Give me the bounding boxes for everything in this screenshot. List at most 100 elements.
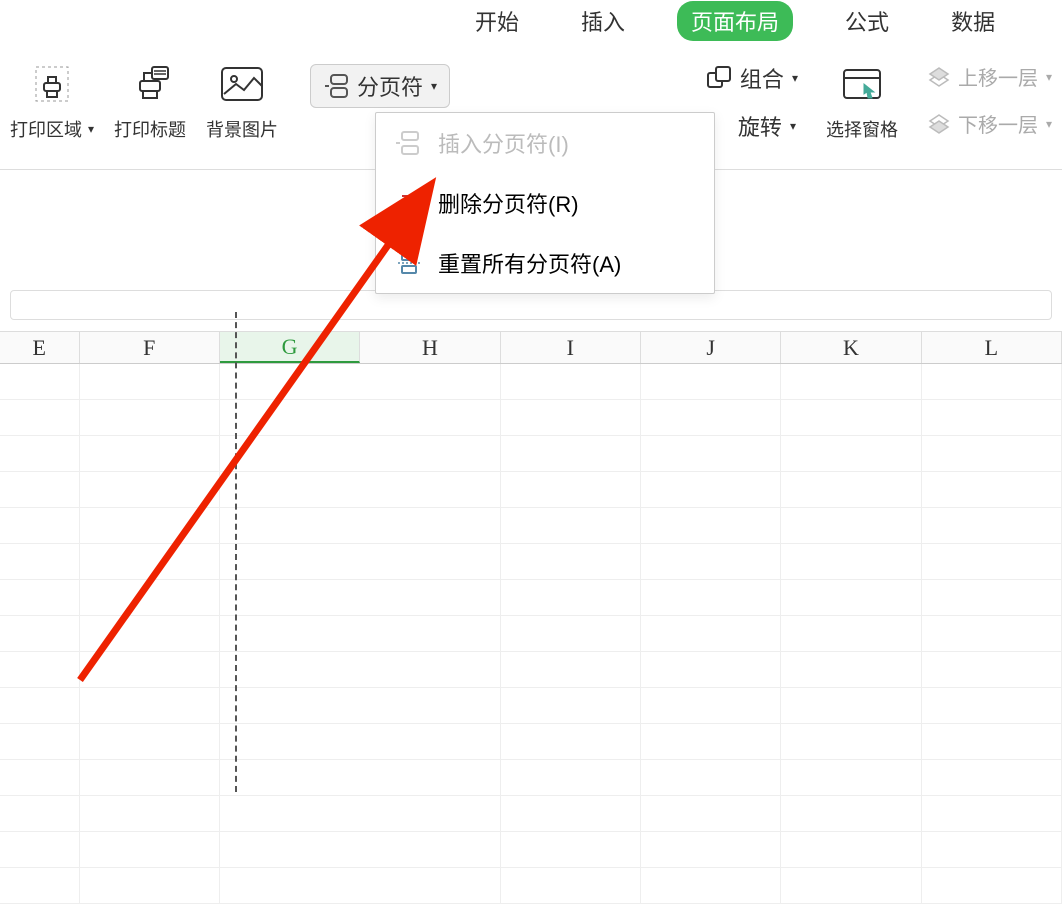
- grid-cell[interactable]: [501, 724, 641, 760]
- grid-cell[interactable]: [220, 868, 360, 904]
- grid-cell[interactable]: [781, 688, 921, 724]
- grid-cell[interactable]: [220, 544, 360, 580]
- grid-cell[interactable]: [781, 364, 921, 400]
- grid-cell[interactable]: [922, 508, 1062, 544]
- grid-cell[interactable]: [781, 436, 921, 472]
- grid-cell[interactable]: [781, 832, 921, 868]
- grid-cell[interactable]: [0, 688, 80, 724]
- grid-cell[interactable]: [0, 724, 80, 760]
- grid-cell[interactable]: [501, 544, 641, 580]
- grid-cell[interactable]: [360, 652, 500, 688]
- grid-cell[interactable]: [80, 796, 220, 832]
- grid-cell[interactable]: [80, 580, 220, 616]
- grid-cell[interactable]: [922, 472, 1062, 508]
- grid-cell[interactable]: [781, 544, 921, 580]
- group-button[interactable]: 组合 ▾: [706, 62, 798, 94]
- grid-cell[interactable]: [922, 760, 1062, 796]
- grid-cell[interactable]: [0, 508, 80, 544]
- menu-reset-breaks[interactable]: 重置所有分页符(A): [376, 233, 714, 293]
- grid-cell[interactable]: [0, 544, 80, 580]
- grid-cell[interactable]: [922, 796, 1062, 832]
- grid-cell[interactable]: [360, 580, 500, 616]
- grid-cell[interactable]: [501, 508, 641, 544]
- grid-cell[interactable]: [501, 616, 641, 652]
- grid-cell[interactable]: [0, 652, 80, 688]
- grid-cell[interactable]: [641, 688, 781, 724]
- spreadsheet-grid[interactable]: [0, 364, 1062, 924]
- grid-cell[interactable]: [501, 364, 641, 400]
- grid-cell[interactable]: [220, 508, 360, 544]
- grid-cell[interactable]: [0, 868, 80, 904]
- grid-cell[interactable]: [0, 580, 80, 616]
- grid-cell[interactable]: [641, 832, 781, 868]
- grid-cell[interactable]: [0, 616, 80, 652]
- grid-cell[interactable]: [220, 364, 360, 400]
- grid-cell[interactable]: [360, 436, 500, 472]
- grid-cell[interactable]: [360, 616, 500, 652]
- grid-cell[interactable]: [781, 796, 921, 832]
- grid-cell[interactable]: [0, 760, 80, 796]
- grid-cell[interactable]: [360, 400, 500, 436]
- grid-cell[interactable]: [781, 472, 921, 508]
- col-header-G[interactable]: G: [220, 332, 360, 363]
- grid-cell[interactable]: [220, 400, 360, 436]
- col-header-J[interactable]: J: [641, 332, 781, 363]
- grid-cell[interactable]: [501, 796, 641, 832]
- col-header-K[interactable]: K: [781, 332, 921, 363]
- grid-cell[interactable]: [922, 544, 1062, 580]
- grid-cell[interactable]: [922, 832, 1062, 868]
- grid-cell[interactable]: [80, 400, 220, 436]
- grid-cell[interactable]: [360, 796, 500, 832]
- grid-cell[interactable]: [80, 688, 220, 724]
- grid-cell[interactable]: [641, 724, 781, 760]
- grid-cell[interactable]: [781, 724, 921, 760]
- print-area-button[interactable]: 打印区域 ▾: [10, 62, 94, 142]
- grid-cell[interactable]: [922, 616, 1062, 652]
- grid-cell[interactable]: [360, 832, 500, 868]
- grid-cell[interactable]: [360, 472, 500, 508]
- grid-cell[interactable]: [0, 436, 80, 472]
- grid-cell[interactable]: [220, 472, 360, 508]
- grid-cell[interactable]: [922, 580, 1062, 616]
- tab-data[interactable]: 数据: [941, 1, 1005, 41]
- tab-page-layout[interactable]: 页面布局: [677, 1, 793, 41]
- col-header-F[interactable]: F: [80, 332, 220, 363]
- grid-cell[interactable]: [360, 544, 500, 580]
- grid-cell[interactable]: [641, 580, 781, 616]
- grid-cell[interactable]: [0, 400, 80, 436]
- grid-cell[interactable]: [641, 364, 781, 400]
- grid-cell[interactable]: [220, 652, 360, 688]
- grid-cell[interactable]: [501, 832, 641, 868]
- grid-cell[interactable]: [0, 832, 80, 868]
- grid-cell[interactable]: [80, 364, 220, 400]
- grid-cell[interactable]: [220, 436, 360, 472]
- grid-cell[interactable]: [781, 616, 921, 652]
- formula-input[interactable]: [10, 290, 1052, 320]
- grid-cell[interactable]: [641, 796, 781, 832]
- page-break-dropdown-button[interactable]: 分页符 ▾: [310, 64, 450, 108]
- grid-cell[interactable]: [220, 616, 360, 652]
- grid-cell[interactable]: [80, 724, 220, 760]
- grid-cell[interactable]: [80, 508, 220, 544]
- grid-cell[interactable]: [922, 724, 1062, 760]
- grid-cell[interactable]: [922, 364, 1062, 400]
- grid-cell[interactable]: [80, 760, 220, 796]
- selection-pane-button[interactable]: 选择窗格: [826, 62, 898, 142]
- grid-cell[interactable]: [360, 868, 500, 904]
- grid-cell[interactable]: [220, 688, 360, 724]
- print-titles-button[interactable]: 打印标题: [114, 62, 186, 142]
- grid-cell[interactable]: [80, 652, 220, 688]
- grid-cell[interactable]: [781, 400, 921, 436]
- col-header-H[interactable]: H: [360, 332, 500, 363]
- grid-cell[interactable]: [922, 868, 1062, 904]
- menu-remove-break[interactable]: 删除分页符(R): [376, 173, 714, 233]
- grid-cell[interactable]: [922, 652, 1062, 688]
- grid-cell[interactable]: [781, 760, 921, 796]
- grid-cell[interactable]: [220, 724, 360, 760]
- grid-cell[interactable]: [360, 508, 500, 544]
- tab-formula[interactable]: 公式: [835, 1, 899, 41]
- grid-cell[interactable]: [922, 436, 1062, 472]
- grid-cell[interactable]: [501, 580, 641, 616]
- grid-cell[interactable]: [0, 472, 80, 508]
- grid-cell[interactable]: [220, 832, 360, 868]
